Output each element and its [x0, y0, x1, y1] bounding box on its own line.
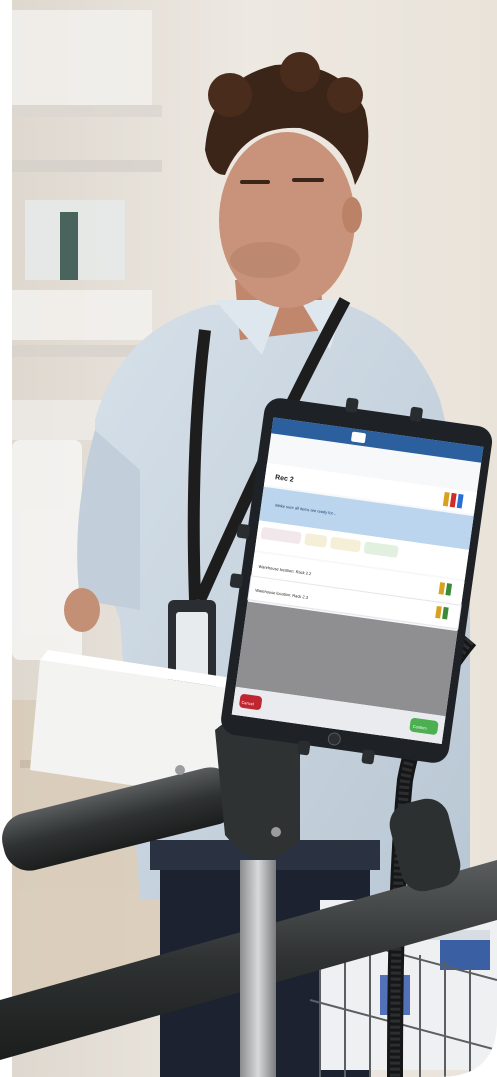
product-photo: Rec 2 Make sure all items are ready for.…: [0, 0, 497, 1077]
